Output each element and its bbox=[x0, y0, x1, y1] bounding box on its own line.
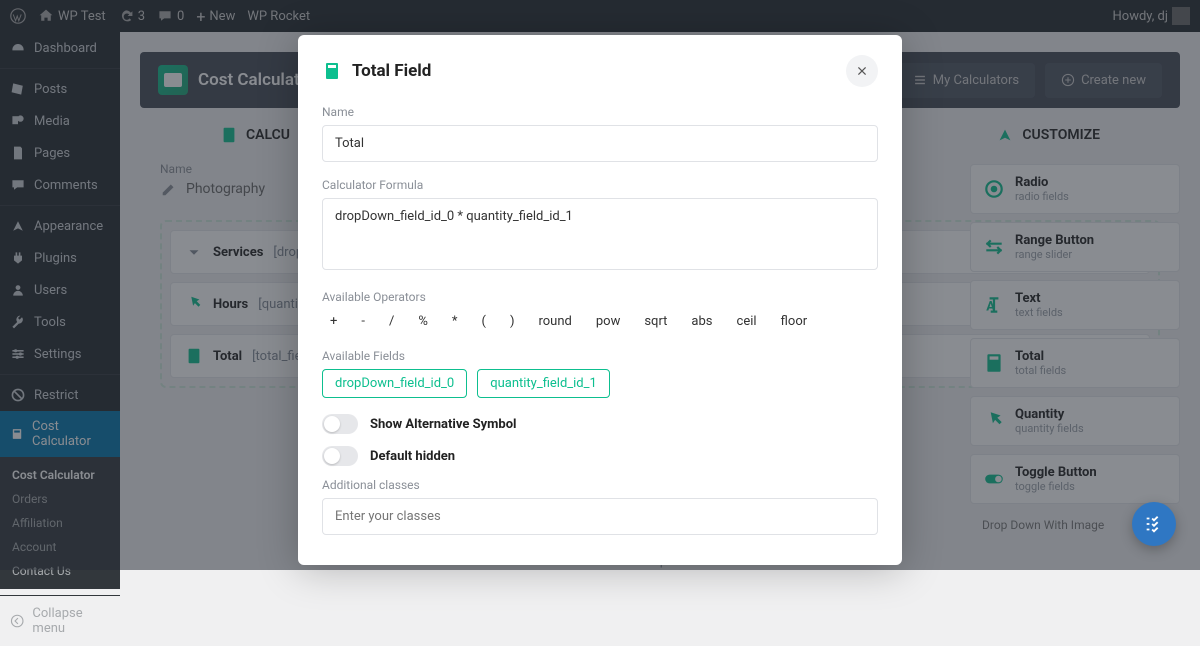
fields-label: Available Fields bbox=[322, 349, 878, 363]
op-ceil[interactable]: ceil bbox=[737, 314, 757, 329]
chip-quantity-field[interactable]: quantity_field_id_1 bbox=[477, 369, 610, 398]
checklist-icon bbox=[1143, 513, 1165, 535]
op-floor[interactable]: floor bbox=[781, 314, 808, 329]
op-mul[interactable]: * bbox=[452, 314, 458, 329]
op-sqrt[interactable]: sqrt bbox=[644, 314, 667, 329]
op-round[interactable]: round bbox=[538, 314, 571, 329]
chip-dropdown-field[interactable]: dropDown_field_id_0 bbox=[322, 369, 467, 398]
close-icon bbox=[856, 65, 868, 77]
op-plus[interactable]: + bbox=[330, 314, 337, 329]
op-minus[interactable]: - bbox=[361, 314, 365, 329]
calculator-icon bbox=[322, 61, 342, 81]
modal-overlay[interactable]: Total Field Name Calculator Formula Avai… bbox=[0, 0, 1200, 570]
help-fab-button[interactable] bbox=[1132, 502, 1176, 546]
alt-symbol-toggle[interactable] bbox=[322, 414, 358, 434]
formula-label: Calculator Formula bbox=[322, 178, 878, 192]
close-button[interactable] bbox=[846, 55, 878, 87]
operators-label: Available Operators bbox=[322, 290, 878, 304]
formula-input[interactable] bbox=[322, 198, 878, 270]
default-hidden-toggle[interactable] bbox=[322, 446, 358, 466]
name-input[interactable] bbox=[322, 125, 878, 162]
op-rparen[interactable]: ) bbox=[510, 314, 515, 329]
name-label: Name bbox=[322, 105, 878, 119]
default-hidden-label: Default hidden bbox=[370, 449, 455, 464]
op-div[interactable]: / bbox=[389, 314, 394, 329]
total-field-modal: Total Field Name Calculator Formula Avai… bbox=[298, 35, 902, 565]
op-abs[interactable]: abs bbox=[691, 314, 712, 329]
operators-row: + - / % * ( ) round pow sqrt abs ceil fl… bbox=[322, 310, 878, 333]
op-lparen[interactable]: ( bbox=[482, 314, 486, 329]
op-mod[interactable]: % bbox=[418, 314, 428, 329]
classes-input[interactable] bbox=[322, 498, 878, 535]
modal-title: Total Field bbox=[322, 61, 431, 81]
collapse-menu-button[interactable]: Collapse menu bbox=[0, 595, 120, 646]
op-pow[interactable]: pow bbox=[596, 314, 620, 329]
alt-symbol-label: Show Alternative Symbol bbox=[370, 417, 517, 432]
classes-label: Additional classes bbox=[322, 478, 878, 492]
